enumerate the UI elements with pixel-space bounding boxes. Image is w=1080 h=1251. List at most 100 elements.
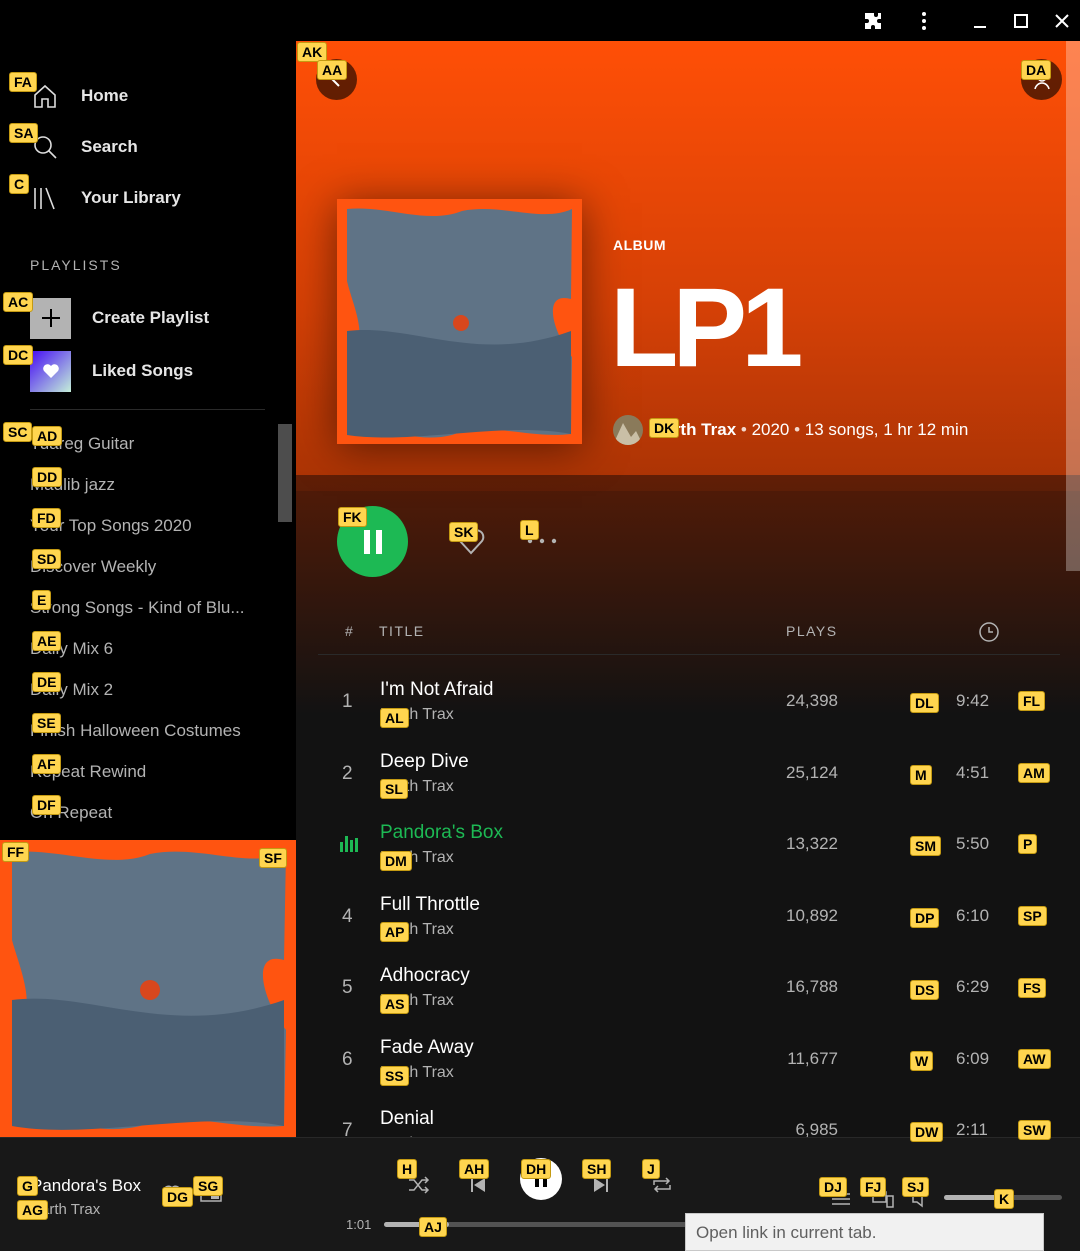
track-title[interactable]: Fade Away (380, 1037, 474, 1059)
hint-badge: P (1018, 834, 1038, 854)
playlist-item[interactable]: Your Top Songs 2020 (30, 511, 270, 552)
hint-badge: SA (9, 123, 39, 143)
hint-badge: FK (338, 507, 367, 527)
hint-badge: AA (317, 60, 348, 80)
track-number: 7 (342, 1120, 353, 1137)
playlist-item[interactable]: Daily Mix 2 (30, 675, 270, 716)
track-row[interactable]: Pandora's Box Earth Trax 13,322 5:50 (318, 810, 1060, 880)
maximize-icon[interactable] (1004, 4, 1038, 38)
track-number: 2 (342, 762, 353, 784)
track-duration: 6:09 (956, 1048, 990, 1068)
playlist-item[interactable]: Daily Mix 6 (30, 634, 270, 675)
hint-badge: SD (32, 549, 62, 569)
create-playlist-button[interactable]: Create Playlist (30, 297, 209, 339)
hint-badge: AJ (419, 1217, 447, 1237)
track-row[interactable]: 7DenialEarth Trax6,9852:11 (318, 1096, 1060, 1137)
hint-badge: AL (380, 708, 409, 728)
hint-badge: AH (459, 1159, 490, 1179)
track-duration: 9:42 (956, 691, 990, 710)
col-plays: PLAYS (786, 623, 838, 639)
playlist-item[interactable]: Tuareg Guitar (30, 429, 270, 470)
playlist-item[interactable]: Discover Weekly (30, 552, 270, 593)
nav-home-label: Home (81, 86, 129, 105)
playlists-heading: PLAYLISTS (30, 257, 122, 273)
heart-icon (30, 350, 71, 392)
hint-badge: DS (910, 980, 940, 1000)
track-title[interactable]: Deep Dive (380, 751, 469, 773)
window-titlebar (0, 0, 1080, 41)
puzzle-icon[interactable] (856, 4, 890, 38)
playlist-item[interactable]: On Repeat (30, 798, 270, 839)
hint-badge: FD (32, 508, 61, 528)
hint-badge: AF (32, 754, 61, 774)
track-row[interactable]: 6 Fade Away Earth Trax 11,677 6:09 (318, 1025, 1060, 1095)
artist-avatar[interactable] (613, 415, 643, 445)
hint-badge: AW (1018, 1049, 1051, 1069)
hint-badge: M (910, 765, 932, 785)
playlist-item[interactable]: Strong Songs - Kind of Blu... (30, 593, 270, 634)
track-number: 4 (342, 905, 353, 927)
now-playing-cover-art[interactable] (0, 840, 296, 1137)
nav-library[interactable]: Your Library (30, 178, 181, 218)
hint-badge: SK (449, 522, 479, 542)
hint-badge: DJ (819, 1177, 847, 1197)
track-plays: 10,892 (786, 905, 838, 925)
nav-library-label: Your Library (81, 188, 181, 207)
track-row[interactable]: 4 Full Throttle Earth Trax 10,892 6:10 (318, 882, 1060, 952)
album-title: LP1 (610, 265, 803, 390)
pause-icon (363, 529, 382, 554)
hint-badge: SP (1018, 906, 1047, 926)
track-plays: 6,985 (795, 1120, 838, 1137)
track-duration: 6:29 (956, 977, 990, 996)
hint-badge: AM (1018, 763, 1050, 783)
track-duration: 5:50 (956, 834, 990, 853)
hint-badge: DP (910, 908, 940, 928)
now-playing-title[interactable]: Pandora's Box (31, 1176, 141, 1196)
hint-badge: DF (32, 795, 61, 815)
track-row[interactable]: 2 Deep Dive Earth Trax 25,124 4:51 (318, 739, 1060, 809)
hint-badge: AK (297, 42, 328, 62)
hint-badge: AP (380, 922, 410, 942)
hint-badge: SM (910, 836, 941, 856)
col-title: TITLE (379, 623, 425, 639)
hint-badge: AS (380, 994, 410, 1014)
kebab-icon[interactable] (907, 4, 941, 38)
hint-badge: E (32, 590, 52, 610)
close-icon[interactable] (1045, 4, 1079, 38)
track-row[interactable]: 5 Adhocracy Earth Trax 16,788 6:29 (318, 953, 1060, 1023)
track-title[interactable]: Adhocracy (380, 965, 470, 987)
track-number: 6 (342, 1048, 353, 1070)
hint-badge: FS (1018, 978, 1046, 998)
minimize-icon[interactable] (963, 4, 997, 38)
playlist-item[interactable]: Madlib jazz (30, 470, 270, 511)
main-scrollbar[interactable] (1066, 41, 1080, 571)
link-tooltip: Open link in current tab. (685, 1213, 1044, 1251)
track-duration: 2:11 (956, 1120, 988, 1137)
sidebar-scrollbar[interactable] (278, 424, 292, 522)
liked-songs-label: Liked Songs (92, 361, 194, 380)
album-year: 2020 (751, 420, 790, 439)
hint-badge: H (397, 1159, 418, 1179)
hint-badge: AD (32, 426, 63, 446)
tracklist-header: # TITLE PLAYS (318, 615, 1060, 655)
nav-search-label: Search (81, 137, 138, 156)
hint-badge: SG (193, 1176, 224, 1196)
playlist-item[interactable]: Finish Halloween Costumes (30, 716, 270, 757)
hint-badge: L (520, 520, 539, 540)
track-title[interactable]: I'm Not Afraid (380, 679, 493, 701)
album-summary: 13 songs, 1 hr 12 min (804, 420, 969, 439)
track-row[interactable]: 1 I'm Not Afraid Earth Trax 24,398 9:42 (318, 667, 1060, 737)
hint-badge: K (994, 1189, 1015, 1209)
hint-badge: AC (3, 292, 34, 312)
current-time: 1:01 (346, 1217, 372, 1232)
nav-home[interactable]: Home (30, 76, 128, 116)
hint-badge: AG (17, 1200, 48, 1220)
hint-badge: FA (9, 72, 37, 92)
nav-search[interactable]: Search (30, 127, 138, 167)
playlist-item[interactable]: Repeat Rewind (30, 757, 270, 798)
track-title[interactable]: Denial (380, 1108, 434, 1130)
track-number: 1 (342, 691, 353, 712)
liked-songs-button[interactable]: Liked Songs (30, 350, 193, 392)
track-title[interactable]: Full Throttle (380, 894, 480, 916)
track-title[interactable]: Pandora's Box (380, 822, 503, 844)
